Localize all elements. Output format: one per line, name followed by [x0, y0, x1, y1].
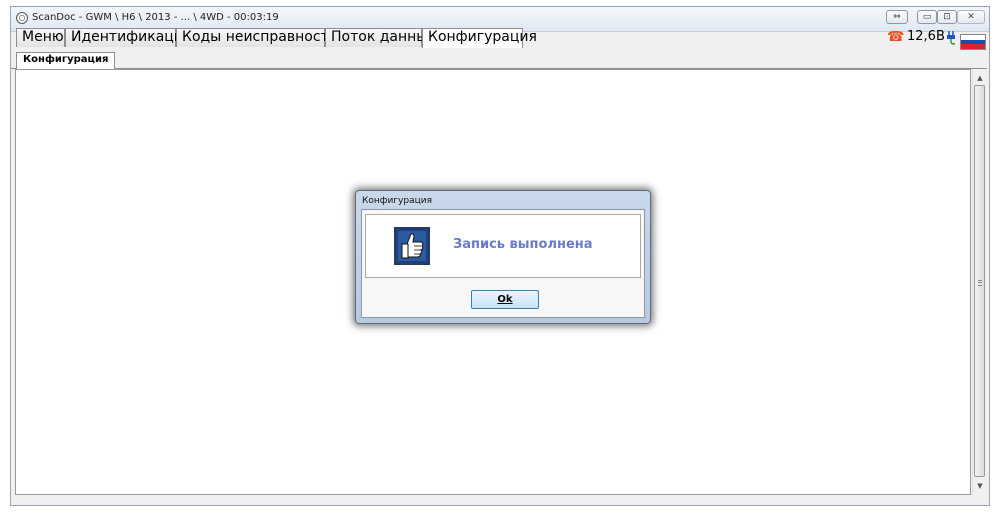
scroll-thumb[interactable] — [974, 85, 985, 477]
plug-icon — [947, 31, 956, 45]
window-title: ScanDoc - GWM \ H6 \ 2013 - ... \ 4WD - … — [32, 12, 279, 23]
dialog-body: Запись выполнена Ok — [361, 209, 645, 318]
restore-size-button[interactable]: ⇔ — [886, 10, 908, 24]
sub-tab-bar: Конфигурация — [11, 47, 987, 69]
vertical-scrollbar[interactable]: ▲ ▼ — [972, 69, 986, 495]
voltage-readout: 12,6В — [907, 29, 945, 44]
app-logo-icon — [16, 12, 28, 24]
tab-menu[interactable]: Меню — [16, 28, 65, 47]
tab-fault-codes[interactable]: Коды неисправностей — [176, 28, 346, 47]
dialog-message: Запись выполнена — [453, 237, 593, 252]
close-button[interactable]: ✕ — [957, 10, 985, 24]
ok-button[interactable]: Ok — [471, 290, 539, 309]
minimize-button[interactable]: ▭ — [917, 10, 937, 24]
tab-data-stream[interactable]: Поток данных — [325, 28, 436, 47]
tab-identification[interactable]: Идентификация — [65, 28, 191, 47]
phone-icon: ☎ — [887, 29, 905, 45]
scroll-grip-icon — [978, 280, 982, 286]
maximize-button[interactable]: ⊡ — [937, 10, 957, 24]
scroll-down-arrow-icon[interactable]: ▼ — [973, 479, 987, 493]
tab-configuration[interactable]: Конфигурация — [422, 28, 537, 48]
configuration-dialog: Конфигурация Запись выполнена Ok — [355, 190, 651, 324]
dialog-message-panel: Запись выполнена — [365, 214, 641, 278]
scroll-up-arrow-icon[interactable]: ▲ — [973, 71, 987, 85]
thumbs-up-icon — [394, 227, 430, 265]
subtab-configuration[interactable]: Конфигурация — [16, 52, 116, 69]
dialog-title: Конфигурация — [362, 196, 432, 206]
